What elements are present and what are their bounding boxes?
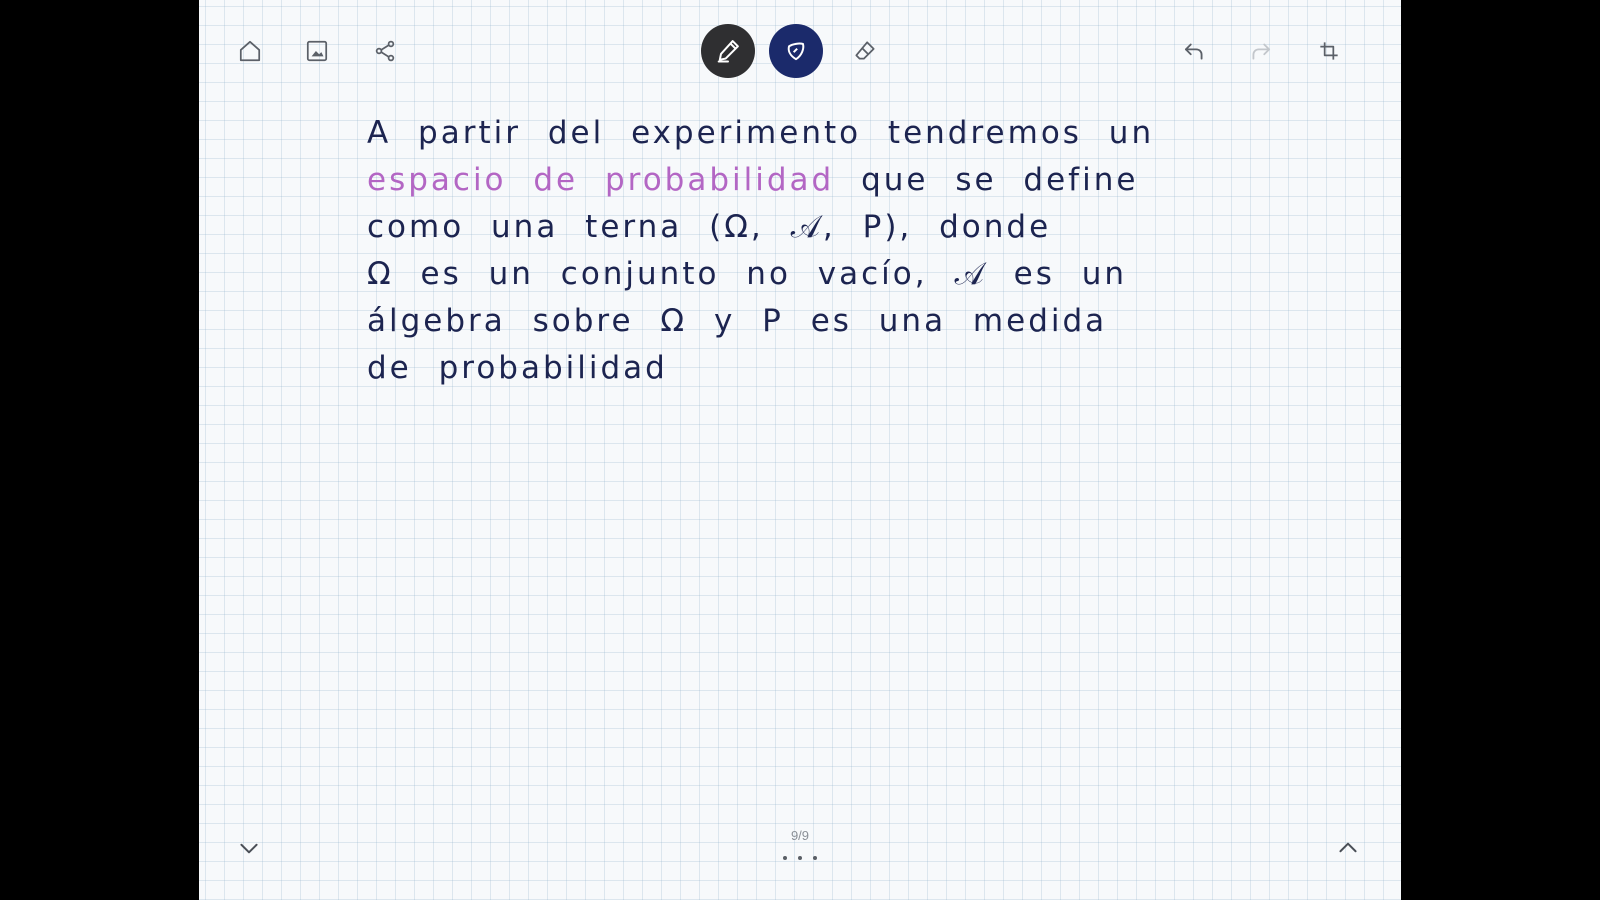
dot	[813, 856, 817, 860]
note-line-6: de probabilidad	[367, 350, 668, 386]
note-line-1: A partir del experimento tendremos un	[367, 115, 1155, 151]
note-line-3: como una terna (Ω, 𝒜, P), donde	[367, 209, 1052, 245]
notebook-page[interactable]: A partir del experimento tendremos un es…	[199, 0, 1401, 900]
note-line-2: espacio de probabilidad que se define	[367, 157, 1247, 204]
dot	[798, 856, 802, 860]
handwritten-note: A partir del experimento tendremos un es…	[367, 110, 1247, 392]
undo-icon[interactable]	[1174, 31, 1214, 71]
eraser-icon[interactable]	[845, 31, 885, 71]
dot	[783, 856, 787, 860]
page-indicator: 9/9	[790, 828, 810, 843]
note-line-5: álgebra sobre Ω y P es una medida	[367, 303, 1108, 339]
highlighter-tool-button[interactable]	[769, 24, 823, 78]
pen-icon	[717, 40, 739, 63]
more-dots-icon[interactable]	[783, 852, 817, 864]
redo-icon[interactable]	[1241, 31, 1281, 71]
chevron-up-icon[interactable]	[1328, 828, 1368, 868]
pen-tool-button[interactable]	[701, 24, 755, 78]
image-icon[interactable]	[297, 31, 337, 71]
share-icon[interactable]	[365, 31, 405, 71]
note-line-4: Ω es un conjunto no vacío, 𝒜 es un	[367, 256, 1128, 292]
highlighted-term: espacio de probabilidad	[367, 162, 835, 198]
note-line-2-rest: que se define	[834, 162, 1139, 198]
highlighter-icon	[787, 42, 805, 61]
home-icon[interactable]	[230, 31, 270, 71]
crop-icon[interactable]	[1309, 31, 1349, 71]
screen: A partir del experimento tendremos un es…	[0, 0, 1600, 900]
